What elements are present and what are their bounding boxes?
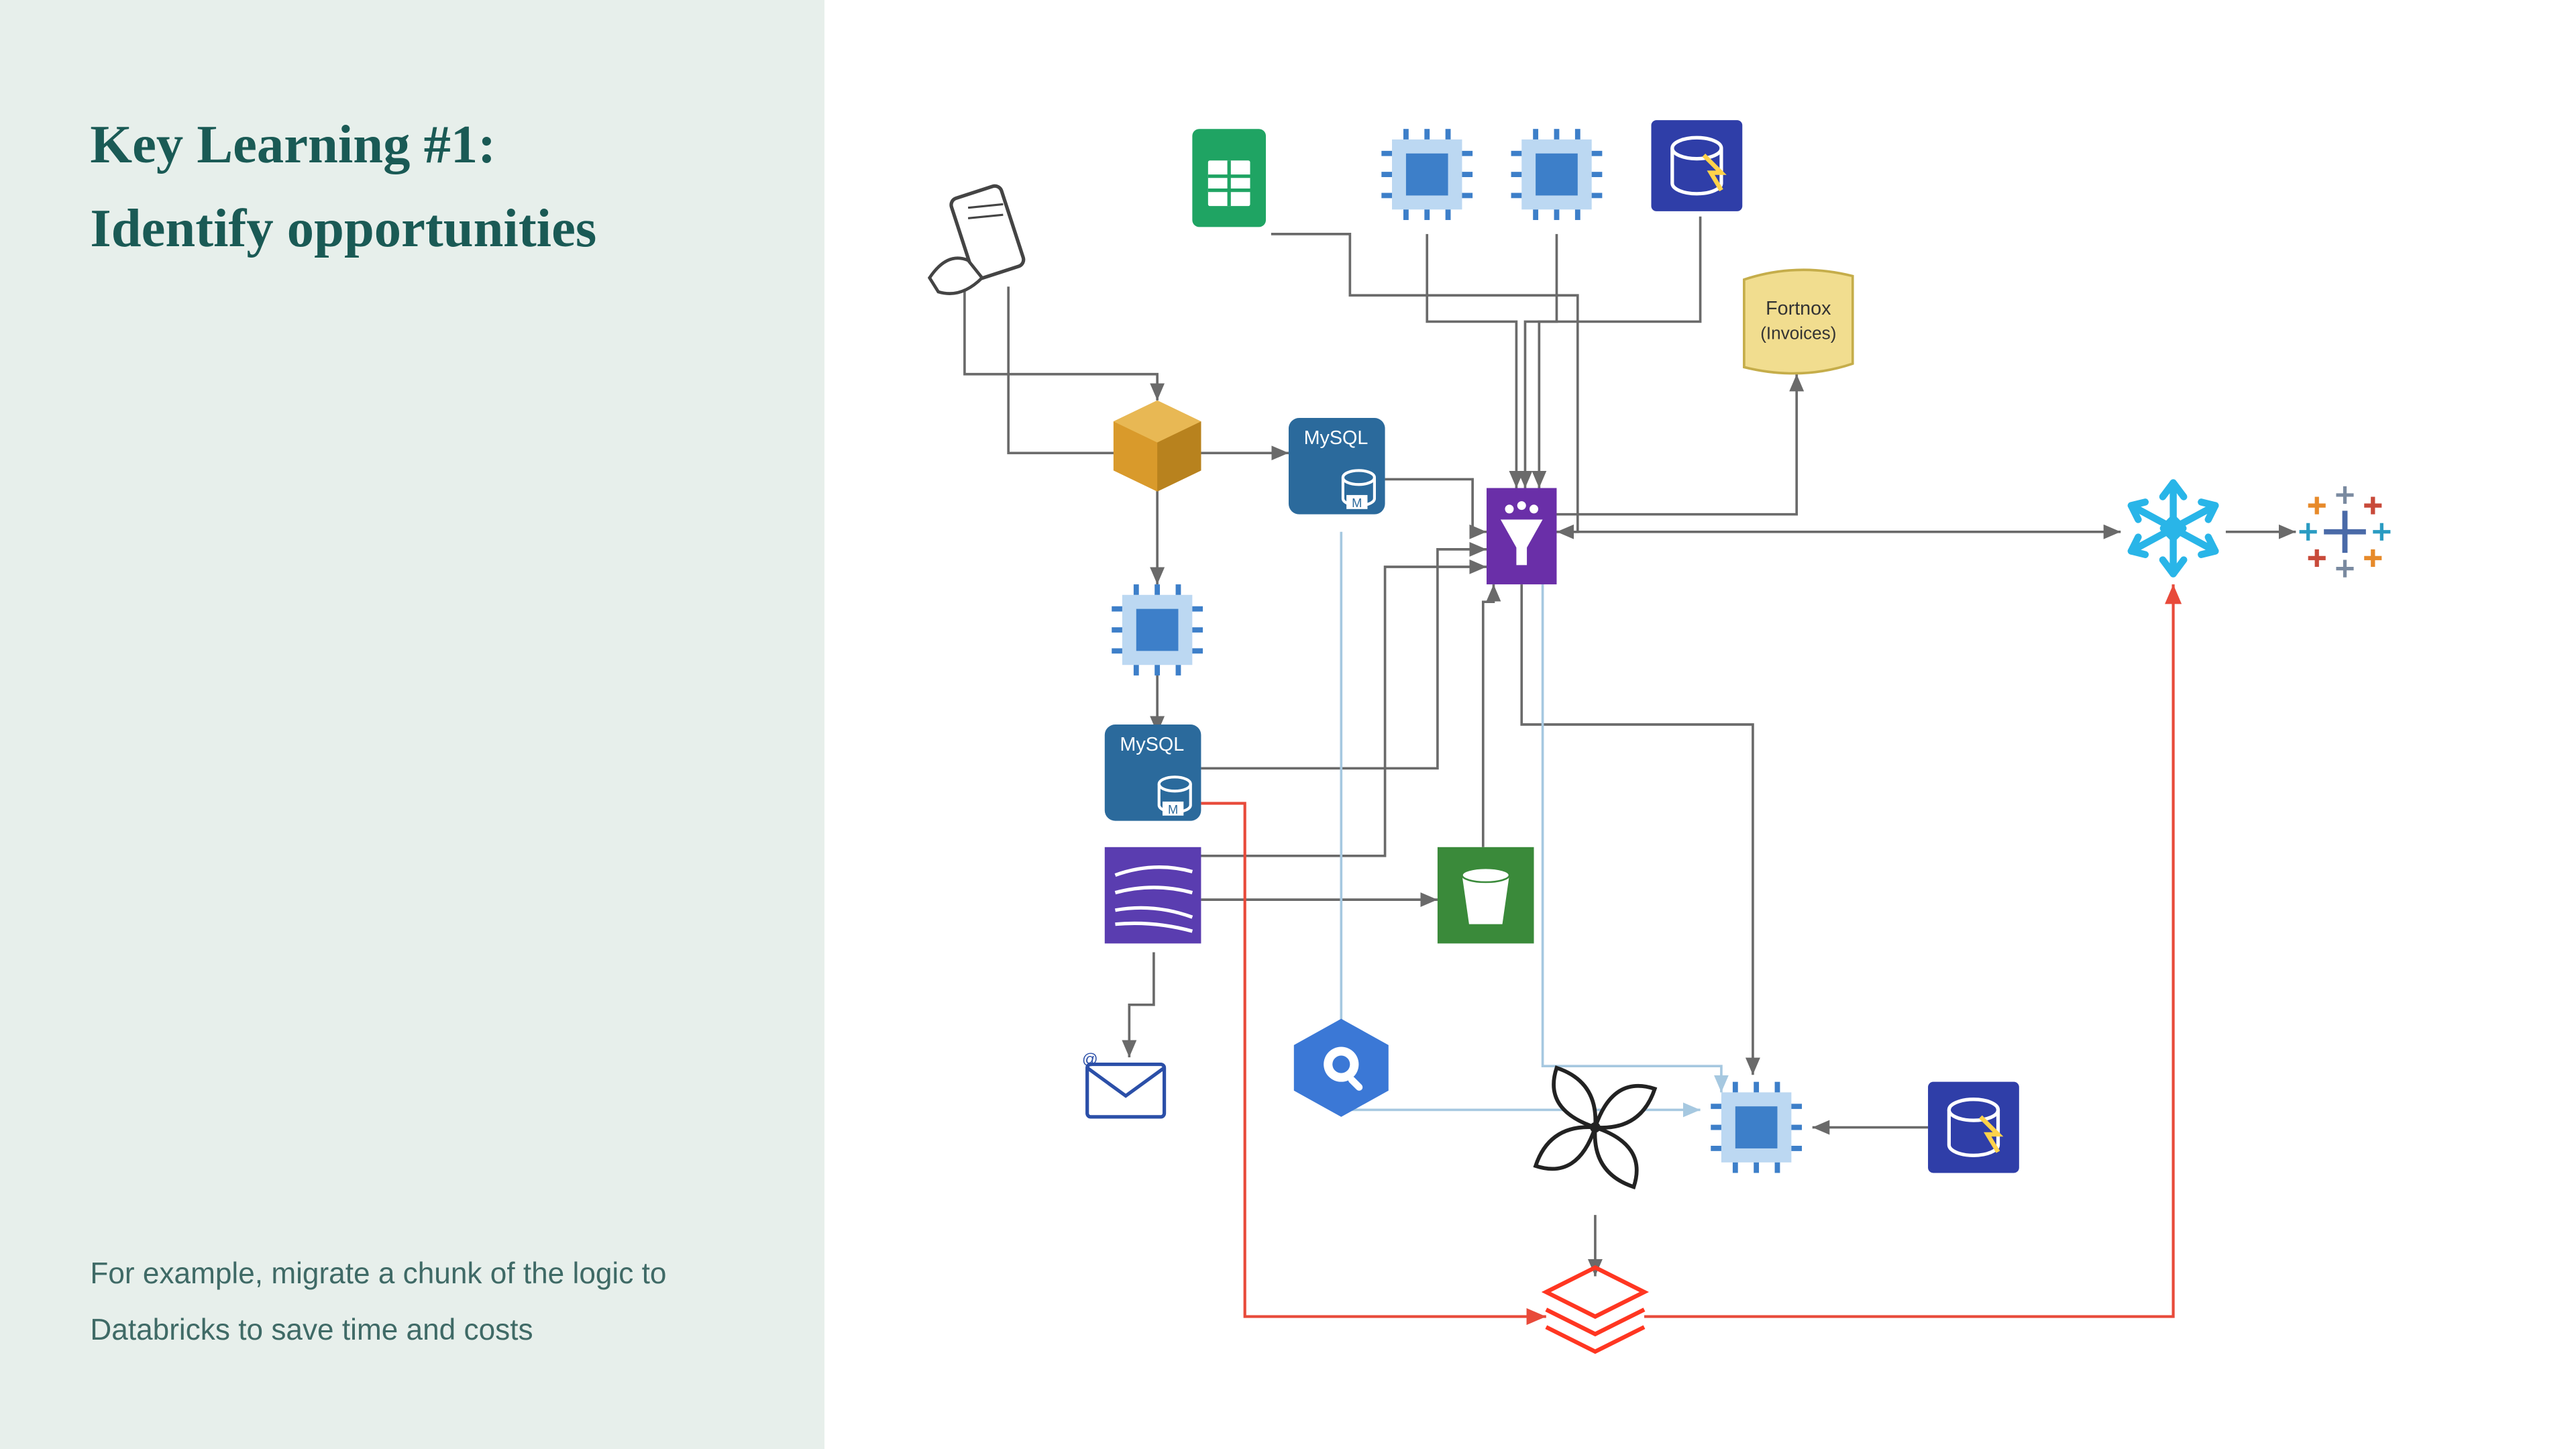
bigquery-icon (1294, 1019, 1389, 1117)
mysql2-label: MySQL (1120, 734, 1184, 755)
diagram-panel: Fortnox (Invoices) MySQL M (824, 0, 2576, 1449)
chip4-icon (1711, 1082, 1802, 1173)
title-block: Key Learning #1: Identify opportunities (90, 103, 747, 271)
lambda-icon (1114, 400, 1201, 492)
sheets-icon (1192, 129, 1266, 227)
title-line-2: Identify opportunities (90, 187, 747, 271)
handheld-icon (929, 184, 1025, 294)
edges-red (1201, 584, 2173, 1316)
svg-text:M: M (1352, 496, 1362, 510)
slide: Key Learning #1: Identify opportunities … (0, 0, 2576, 1449)
architecture-diagram: Fortnox (Invoices) MySQL M (824, 0, 2576, 1449)
footer-text: For example, migrate a chunk of the logi… (90, 1246, 747, 1358)
kinesis-icon (1105, 847, 1201, 944)
databricks-icon (1546, 1267, 1644, 1351)
svg-text:M: M (1168, 802, 1178, 816)
airflow-icon (1536, 1068, 1655, 1187)
dynamo2-icon (1928, 1082, 2019, 1173)
tableau-icon (2299, 486, 2390, 578)
s3-icon (1438, 847, 1534, 944)
email-icon: @ (1082, 1051, 1165, 1117)
title-line-1: Key Learning #1: (90, 103, 747, 187)
fortnox-note: Fortnox (Invoices) (1744, 270, 1853, 373)
svg-text:@: @ (1082, 1051, 1098, 1068)
edges-blue (1341, 532, 1721, 1110)
funnel-icon (1487, 488, 1556, 584)
chip3-icon (1112, 584, 1203, 676)
snowflake-icon (2131, 483, 2215, 574)
mysql1-icon: MySQL M (1289, 418, 1385, 515)
fortnox-label-2: (Invoices) (1760, 323, 1836, 343)
chip1-icon (1381, 129, 1472, 220)
mysql2-icon: MySQL M (1105, 724, 1201, 821)
dynamo1-icon (1651, 120, 1742, 211)
fortnox-label-1: Fortnox (1766, 298, 1831, 319)
left-panel: Key Learning #1: Identify opportunities … (0, 0, 824, 1449)
chip2-icon (1511, 129, 1602, 220)
mysql1-label: MySQL (1303, 427, 1368, 449)
